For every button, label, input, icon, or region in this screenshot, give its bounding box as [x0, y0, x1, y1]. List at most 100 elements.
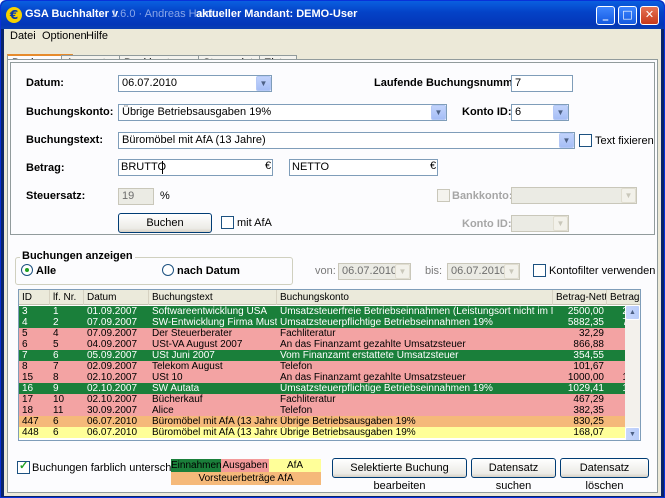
table-cell-konto: Telefon [280, 361, 313, 372]
chevron-down-icon[interactable]: ▼ [553, 105, 568, 120]
von-value: 06.07.2010 [342, 265, 398, 277]
table-row[interactable]: 3 1 01.09.2007 Softwareentwicklung USA Umsat… [19, 306, 640, 317]
netto-euro: € [430, 160, 437, 172]
bis-label: bis: [425, 265, 443, 277]
bank-konto-id-label: Konto ID: [462, 218, 512, 230]
close-button[interactable]: ✕ [640, 6, 659, 25]
table-cell-netto: 168,07 [573, 427, 604, 438]
netto-input[interactable]: NETTO [289, 159, 438, 176]
table-cell-netto: 830,25 [573, 416, 604, 427]
brutto-input[interactable]: BRUTTO [118, 159, 273, 176]
table-row[interactable]: 448 6 06.07.2010 Büromöbel mit AfA (13 Jahr… [19, 427, 640, 438]
bank-konto-id-dropdown[interactable]: ▼ [511, 215, 569, 232]
maximize-button[interactable]: □ [618, 6, 637, 25]
table-cell-konto: Umsatzsteuerpflichtige Betriebseinnahmen… [280, 317, 493, 328]
konto-id-dropdown[interactable]: 6 ▼ [511, 104, 569, 121]
menu-optionen[interactable]: Optionen [42, 30, 87, 42]
kontofilter-checkbox[interactable] [533, 264, 546, 277]
lfd-label: Laufende Buchungsnummer: [374, 77, 527, 89]
table-cell-datum: 07.09.2007 [87, 317, 138, 328]
afa-checkbox[interactable] [221, 216, 234, 229]
table-cell-datum: 06.07.2010 [87, 416, 138, 427]
farblich-checkbox[interactable] [17, 459, 30, 474]
bis-date-picker[interactable]: 06.07.2010 ▼ [447, 263, 520, 280]
betrag-label: Betrag: [26, 162, 65, 174]
table-cell-netto: 101,67 [573, 361, 604, 372]
table-cell-nr: 1 [53, 306, 59, 317]
table-cell-id: 448 [22, 427, 39, 438]
delete-record-button[interactable]: Datensatz löschen [560, 458, 649, 492]
table-cell-text: SW Autata [152, 383, 200, 394]
search-record-button[interactable]: Datensatz suchen [471, 458, 556, 492]
table-cell-nr: 10 [53, 394, 65, 405]
table-row[interactable]: 7 6 05.09.2007 USt Juni 2007 Vom Finanzamt e… [19, 350, 640, 361]
table-cell-nr: 11 [53, 405, 64, 416]
table-cell-id: 17 [22, 394, 34, 405]
bankkonto-dropdown[interactable]: ▼ [511, 187, 637, 204]
column-header-id[interactable]: ID [19, 290, 50, 305]
table-cell-konto: Telefon [280, 405, 313, 416]
bankkonto-checkbox[interactable] [437, 189, 450, 202]
table-row[interactable]: 447 6 06.07.2010 Büromöbel mit AfA (13 Jahr… [19, 416, 640, 427]
title-bar[interactable]: € GSA Buchhalter v 1.6.0 · Andreas Hardt… [1, 1, 664, 29]
table-row[interactable]: 6 5 04.09.2007 USt-VA August 2007 An das Fin… [19, 339, 640, 350]
table-cell-konto: Umsatzsteuerfreie Betriebseinnahmen (Lei… [280, 306, 553, 317]
table-cell-text: Telekom August [152, 361, 223, 372]
column-header-nr[interactable]: lf. Nr. [50, 290, 84, 305]
table-row[interactable]: 15 8 02.10.2007 USt 10 An das Finanzamt geza… [19, 372, 640, 383]
table-cell-datum: 30.09.2007 [87, 405, 138, 416]
minimize-button[interactable]: _ [596, 6, 615, 25]
nach-datum-radio[interactable] [162, 264, 174, 276]
buchen-button[interactable]: Buchen [118, 213, 212, 233]
table-cell-netto: 5882,35 [567, 317, 604, 328]
column-header-datum[interactable]: Datum [84, 290, 149, 305]
steuersatz-input[interactable]: 19 [118, 188, 154, 205]
datum-dropdown[interactable]: 06.07.2010 ▼ [118, 75, 272, 92]
table-cell-nr: 2 [53, 317, 59, 328]
table-row[interactable]: 16 9 02.10.2007 SW Autata Umsatzsteuerpflich… [19, 383, 640, 394]
text-value: Büromöbel mit AfA (13 Jahre) [122, 134, 266, 146]
table-cell-text: Softwareentwicklung USA [152, 306, 268, 317]
table-cell-konto: An das Finanzamt gezahlte Umsatzsteuer [280, 372, 466, 383]
lfd-input[interactable]: 7 [511, 75, 573, 92]
chevron-down-icon[interactable]: ▼ [621, 188, 636, 203]
scroll-up-arrow-icon[interactable]: ▲ [625, 305, 640, 320]
chevron-down-icon[interactable]: ▼ [559, 133, 574, 148]
column-header-buchungskonto[interactable]: Buchungskonto [277, 290, 553, 305]
text-combobox[interactable]: Büromöbel mit AfA (13 Jahre) ▼ [118, 132, 575, 149]
table-row[interactable]: 17 10 02.10.2007 Bücherkauf Fachliteratur 467… [19, 394, 640, 405]
table-cell-konto: An das Finanzamt gezahlte Umsatzsteuer [280, 339, 466, 350]
chevron-down-icon[interactable]: ▼ [553, 216, 568, 231]
table-cell-netto: 354,55 [573, 350, 604, 361]
table-cell-id: 6 [22, 339, 28, 350]
alle-radio[interactable] [21, 264, 33, 276]
table-cell-netto: 32,29 [578, 328, 604, 339]
table-cell-konto: Vom Finanzamt erstattete Umsatzsteuer [280, 350, 459, 361]
scroll-down-arrow-icon[interactable]: ▼ [625, 427, 640, 440]
menu-datei[interactable]: Datei [10, 30, 36, 42]
chevron-down-icon[interactable]: ▼ [504, 264, 519, 279]
netto-label: NETTO [292, 161, 330, 173]
table-cell-id: 8 [22, 361, 28, 372]
percent-sign: % [160, 190, 170, 202]
table-cell-datum: 07.09.2007 [87, 328, 138, 339]
menu-hilfe[interactable]: Hilfe [86, 30, 108, 42]
table-row[interactable]: 5 4 07.09.2007 Der Steuerberater Fachliterat… [19, 328, 640, 339]
brutto-label: BRUTTO [121, 161, 167, 173]
edit-booking-button[interactable]: Selektierte Buchung bearbeiten [332, 458, 467, 492]
buchungen-table[interactable]: ID lf. Nr. Datum Buchungstext Buchungsko… [18, 289, 641, 441]
column-header-betrag-brutto[interactable]: Betrag... [607, 290, 640, 305]
text-fixieren-checkbox[interactable] [579, 134, 592, 147]
konto-dropdown[interactable]: Übrige Betriebsausgaben 19% ▼ [118, 104, 447, 121]
table-row[interactable]: 181130.09.2007AliceTelefon382,3545 [19, 405, 640, 416]
table-cell-nr: 6 [53, 416, 59, 427]
chevron-down-icon[interactable]: ▼ [431, 105, 446, 120]
von-date-picker[interactable]: 06.07.2010 ▼ [338, 263, 411, 280]
chevron-down-icon[interactable]: ▼ [395, 264, 410, 279]
chevron-down-icon[interactable]: ▼ [256, 76, 271, 91]
table-row[interactable]: 8702.09.2007Telekom AugustTelefon101,671… [19, 361, 640, 372]
column-header-buchungstext[interactable]: Buchungstext [149, 290, 277, 305]
column-header-betrag-netto[interactable]: Betrag-Nett... [553, 290, 607, 305]
table-row[interactable]: 4 2 07.09.2007 SW-Entwicklung Firma Must...… [19, 317, 640, 328]
table-scrollbar[interactable]: ▲ ▼ [625, 305, 640, 440]
